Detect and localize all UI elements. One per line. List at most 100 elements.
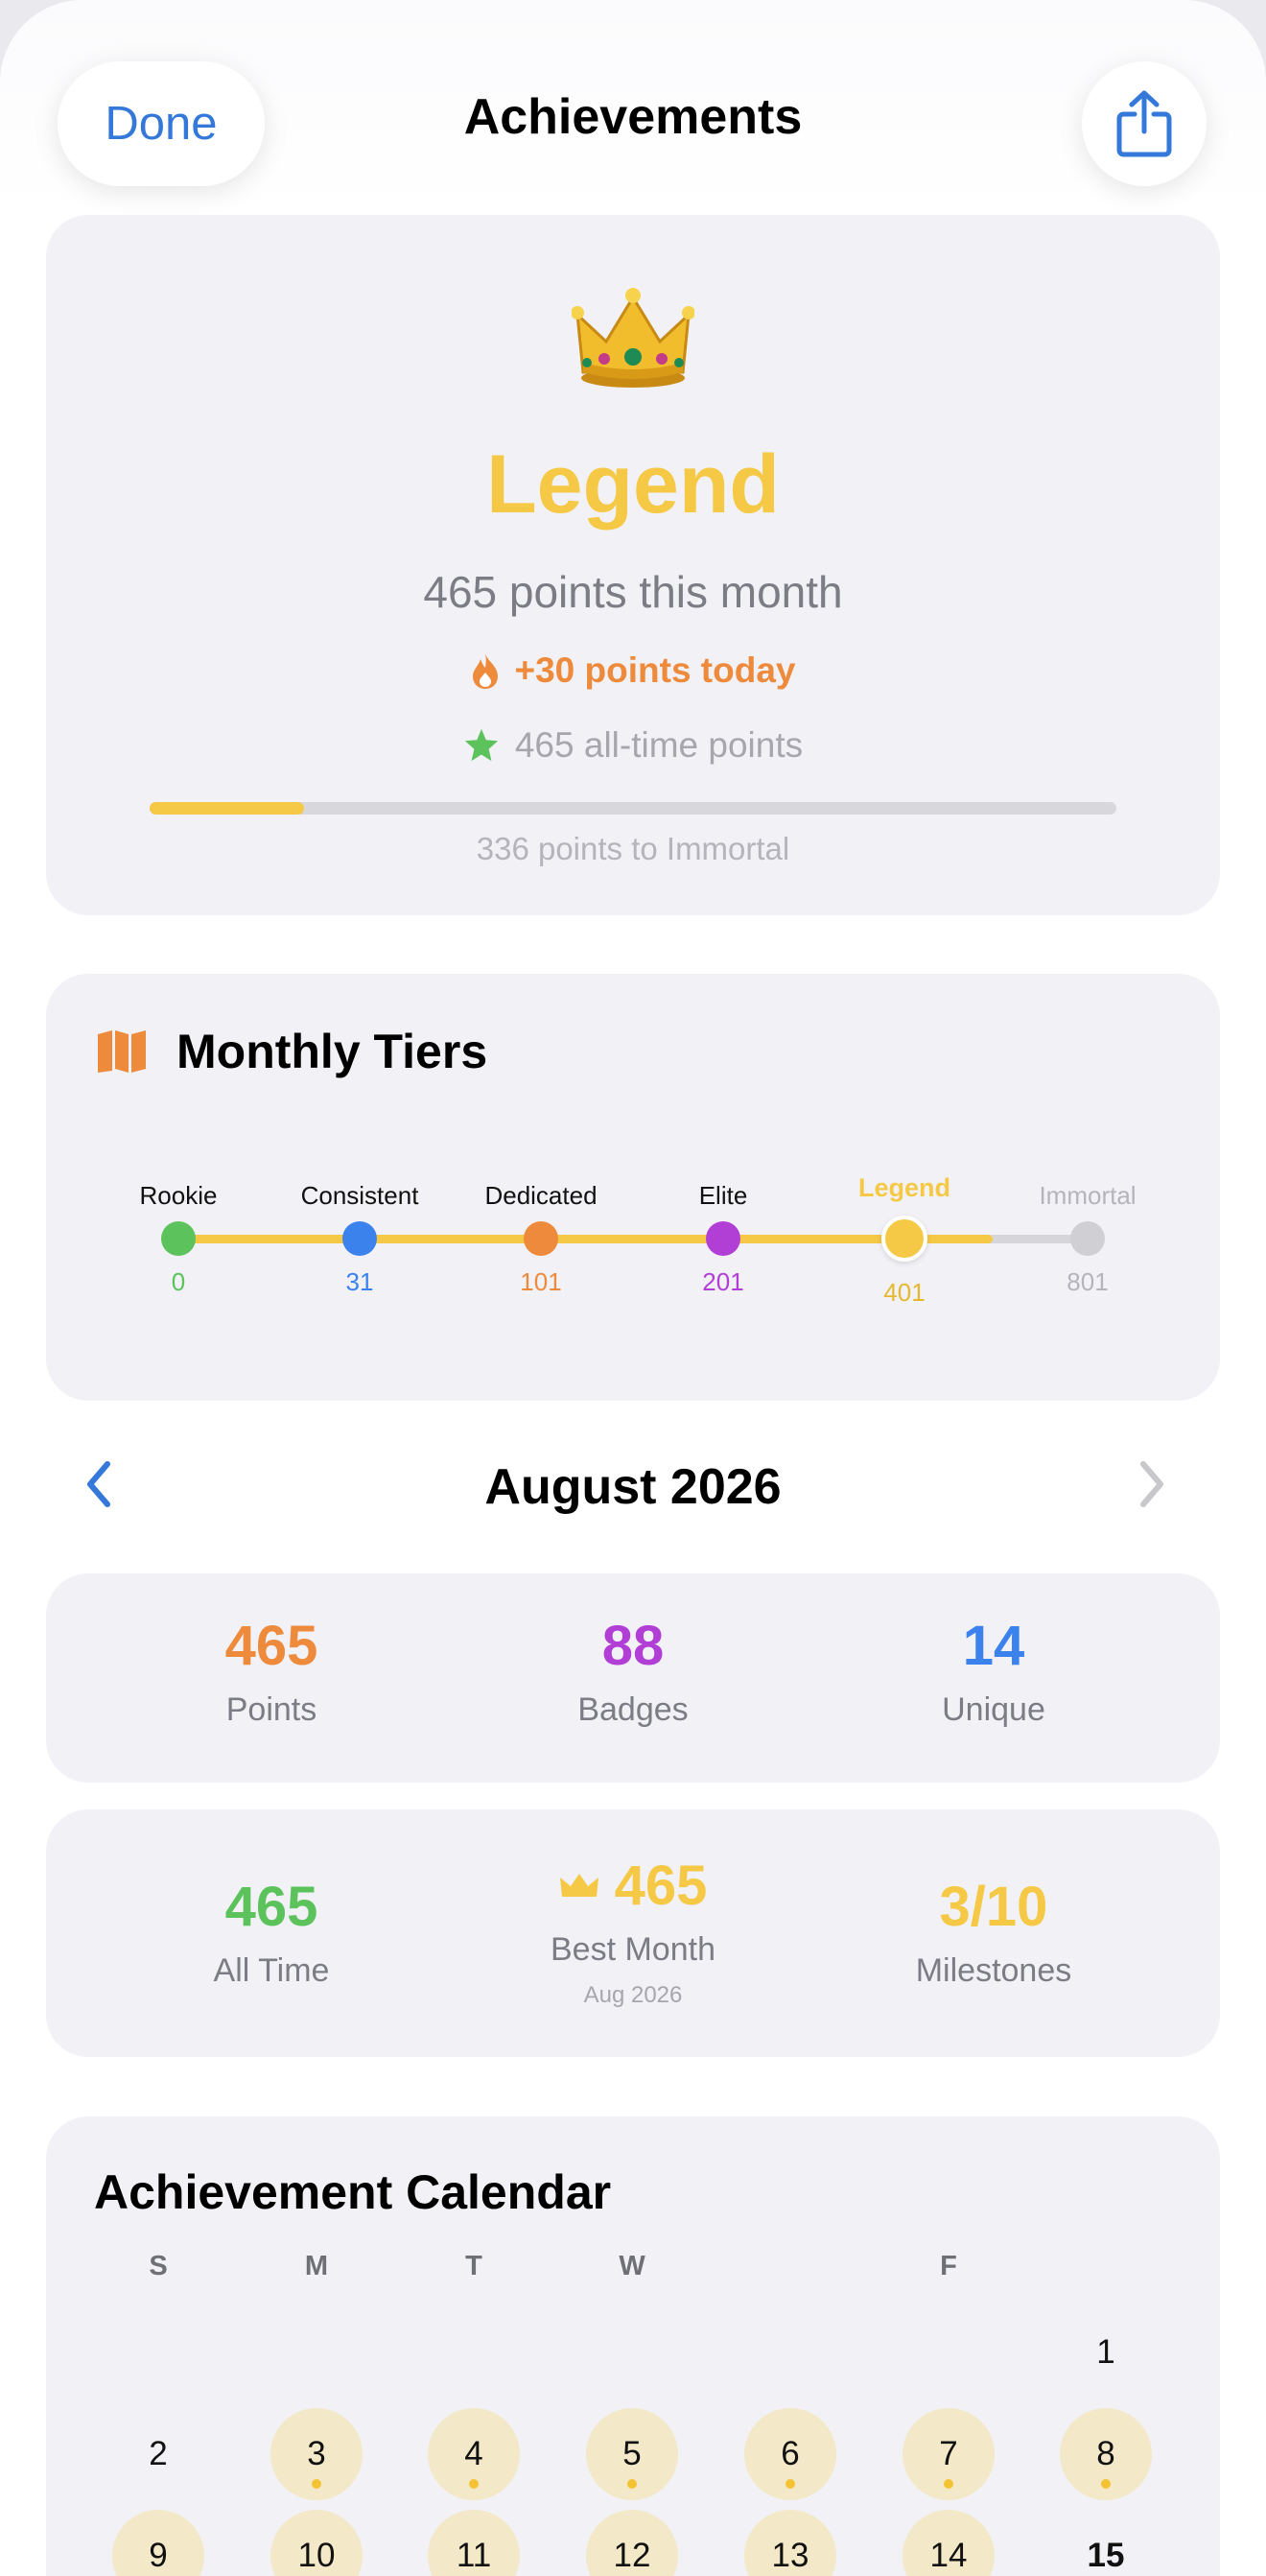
milestones-value: 3/10 bbox=[939, 1876, 1048, 1938]
calendar-day[interactable]: 11 bbox=[428, 2510, 520, 2576]
alltime-label: All Time bbox=[213, 1952, 330, 1989]
calendar-title: Achievement Calendar bbox=[94, 2165, 612, 2219]
calendar-day[interactable]: 1 bbox=[1060, 2306, 1152, 2399]
calendar-day[interactable]: 10 bbox=[270, 2510, 363, 2576]
calendar-day-number: 4 bbox=[464, 2435, 483, 2472]
points-to-next-tier: 336 points to Immortal bbox=[476, 831, 790, 866]
badges-label: Badges bbox=[577, 1691, 689, 1728]
best-month-stat: 465 Best Month Aug 2026 bbox=[451, 1854, 815, 2009]
tier-name: Consistent bbox=[300, 1181, 419, 1210]
calendar-day-number: 8 bbox=[1096, 2435, 1115, 2472]
tier-dot bbox=[161, 1221, 196, 1256]
calendar-day[interactable]: 5 bbox=[586, 2408, 678, 2500]
best-month-date: Aug 2026 bbox=[583, 1982, 683, 2008]
tier-name: Immortal bbox=[1039, 1181, 1137, 1210]
map-icon bbox=[98, 1030, 146, 1073]
calendar-day-number: 9 bbox=[149, 2537, 168, 2574]
monthly-tiers-card: Monthly Tiers Rookie 0 Consistent 31 Dedicat… bbox=[46, 974, 1220, 1401]
weekday-label: W bbox=[619, 2251, 645, 2281]
monthly-stats-card: 465 Points 88 Badges 14 Unique bbox=[46, 1573, 1220, 1783]
calendar-day[interactable]: 12 bbox=[586, 2510, 678, 2576]
achievement-dot bbox=[627, 2479, 637, 2489]
crown-icon bbox=[572, 288, 694, 388]
alltime-points-row: 465 all-time points bbox=[46, 725, 1220, 766]
tier-dot bbox=[524, 1221, 558, 1256]
milestones-label: Milestones bbox=[915, 1952, 1072, 1989]
alltime-stat: 465 All Time bbox=[89, 1875, 454, 1990]
calendar-day-number: 1 bbox=[1096, 2333, 1115, 2371]
calendar-day-number: 13 bbox=[771, 2537, 809, 2574]
calendar-day-number: 5 bbox=[622, 2435, 642, 2472]
milestones-stat: 3/10 Milestones bbox=[811, 1875, 1176, 1990]
calendar-day[interactable]: 13 bbox=[744, 2510, 836, 2576]
best-month-label: Best Month bbox=[551, 1931, 715, 1968]
unique-value: 14 bbox=[962, 1615, 1025, 1677]
tier-points: 101 bbox=[520, 1267, 562, 1296]
tier-dot bbox=[342, 1221, 377, 1256]
calendar-day-number: 7 bbox=[939, 2435, 958, 2472]
calendar-day[interactable]: 14 bbox=[903, 2510, 995, 2576]
calendar-day-number: 2 bbox=[149, 2435, 168, 2472]
badges-value: 88 bbox=[601, 1615, 665, 1677]
month-navigator: August 2026 bbox=[0, 1449, 1266, 1525]
achievements-sheet: Done Achievements Legend 465 points this bbox=[0, 0, 1266, 2576]
achievement-calendar-card: Achievement Calendar S M T W F 1 2 3 4 5 6 7 8 9 10 11 1… bbox=[46, 2116, 1220, 2576]
achievement-dot bbox=[785, 2479, 795, 2489]
level-progress-fill bbox=[150, 802, 305, 815]
calendar-day-number: 11 bbox=[456, 2537, 492, 2574]
tiers-title: Monthly Tiers bbox=[176, 1025, 488, 1078]
tier-dot bbox=[706, 1221, 740, 1256]
month-points: 465 points this month bbox=[423, 567, 843, 617]
today-points: +30 points today bbox=[514, 650, 796, 690]
weekday-label: T bbox=[465, 2251, 482, 2281]
points-label: Points bbox=[225, 1691, 317, 1728]
unique-stat: 14 Unique bbox=[811, 1614, 1176, 1729]
calendar-day[interactable]: 2 bbox=[112, 2408, 204, 2500]
calendar-day-number: 12 bbox=[613, 2537, 651, 2574]
level-progress-bar bbox=[150, 802, 1116, 815]
achievement-dot bbox=[312, 2479, 321, 2489]
level-name: Legend bbox=[486, 438, 780, 531]
flame-icon bbox=[472, 653, 498, 689]
tier-name: Elite bbox=[698, 1181, 748, 1210]
tier-name: Legend bbox=[857, 1173, 950, 1202]
share-button[interactable] bbox=[1082, 61, 1207, 186]
star-icon bbox=[464, 728, 498, 762]
weekday-label: M bbox=[304, 2251, 329, 2281]
calendar-day-number: 14 bbox=[929, 2537, 968, 2574]
calendar-day-number: 6 bbox=[781, 2435, 800, 2472]
next-month-button[interactable] bbox=[1137, 1460, 1166, 1513]
calendar-day[interactable]: 8 bbox=[1060, 2408, 1152, 2500]
tier-points: 0 bbox=[171, 1267, 186, 1296]
calendar-day[interactable]: 7 bbox=[903, 2408, 995, 2500]
tier-points: 201 bbox=[702, 1267, 744, 1296]
achievement-dot bbox=[469, 2479, 479, 2489]
tier-track-fill bbox=[178, 1235, 993, 1243]
weekday-label: S bbox=[149, 2251, 168, 2281]
crown-icon bbox=[559, 1873, 598, 1897]
tiers-header: Monthly Tiers bbox=[96, 1024, 487, 1079]
month-label: August 2026 bbox=[484, 1459, 782, 1515]
tier-name: Dedicated bbox=[484, 1181, 598, 1210]
calendar-day[interactable]: 3 bbox=[270, 2408, 363, 2500]
calendar-day-number: 3 bbox=[307, 2435, 326, 2472]
calendar-day[interactable]: 15 bbox=[1060, 2510, 1152, 2576]
tier-points: 801 bbox=[1067, 1267, 1109, 1296]
tier-dot bbox=[881, 1216, 927, 1262]
calendar-day[interactable]: 9 bbox=[112, 2510, 204, 2576]
achievement-dot bbox=[1101, 2479, 1111, 2489]
tier-name: Rookie bbox=[139, 1181, 218, 1210]
alltime-stats-card: 465 All Time 465 Best Month Aug 2026 3/1… bbox=[46, 1809, 1220, 2057]
level-card: Legend 465 points this month +30 points … bbox=[46, 215, 1220, 915]
calendar-day[interactable]: 4 bbox=[428, 2408, 520, 2500]
chevron-right-icon bbox=[1140, 1461, 1163, 1507]
alltime-value: 465 bbox=[224, 1876, 318, 1938]
calendar-day[interactable]: 6 bbox=[744, 2408, 836, 2500]
calendar-day-number: 15 bbox=[1087, 2537, 1125, 2574]
tier-dot bbox=[1070, 1221, 1105, 1256]
page-title: Achievements bbox=[463, 89, 803, 145]
points-stat: 465 Points bbox=[89, 1614, 454, 1729]
achievement-dot bbox=[944, 2479, 953, 2489]
share-icon bbox=[1116, 90, 1172, 157]
nav-header: Done Achievements bbox=[0, 0, 1266, 216]
